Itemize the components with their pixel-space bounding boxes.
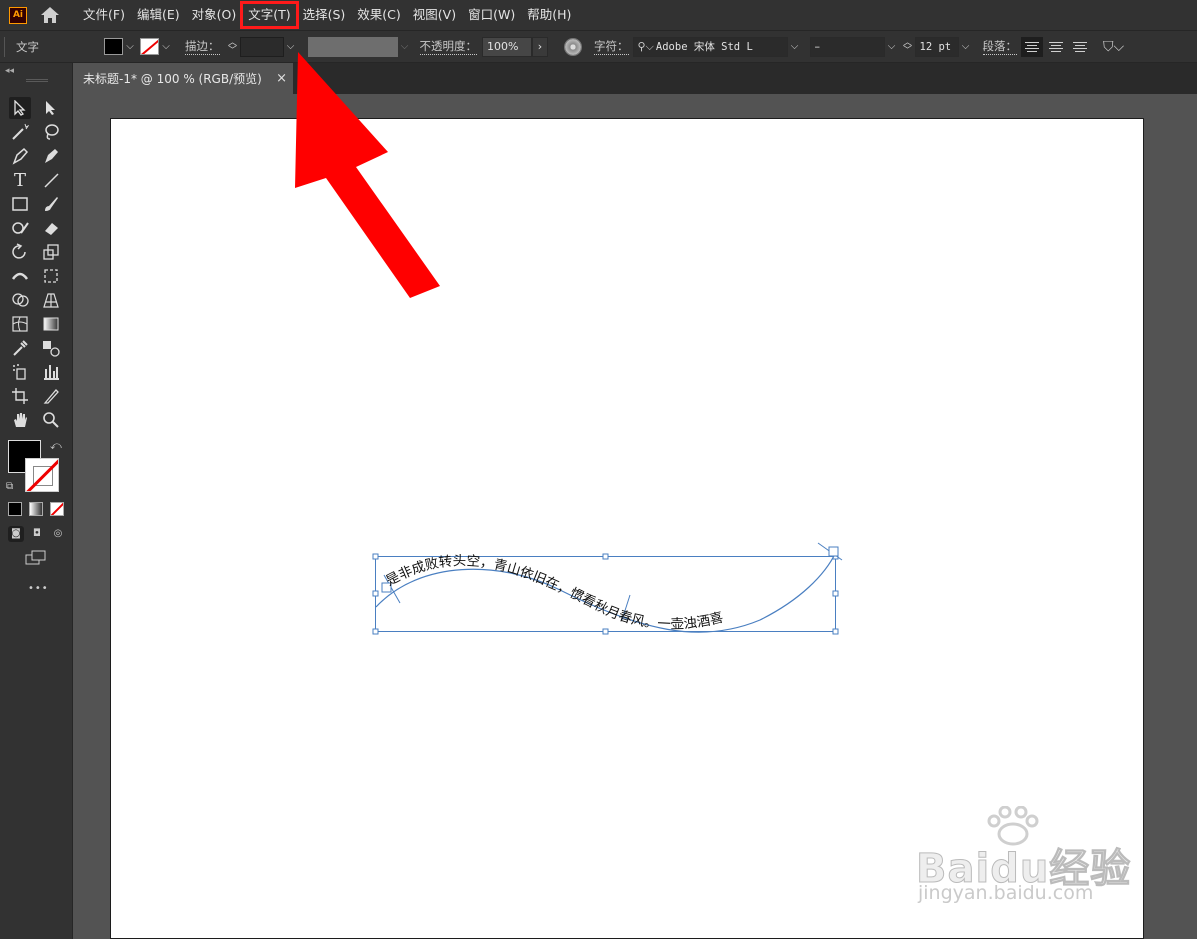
baidu-watermark: Baidu经验 jingyan.baidu.com [915,806,1146,916]
annotation-arrow-icon [295,52,440,298]
watermark-url: jingyan.baidu.com [918,882,1094,904]
path-type-object[interactable]: 是非成败转头空，青山依旧在，惯看秋月春风。一壶浊酒喜 [372,542,843,635]
out-port-handle[interactable] [828,546,839,557]
path-text: 是非成败转头空，青山依旧在，惯看秋月春风。一壶浊酒喜 [383,553,725,633]
canvas-overlay: 是非成败转头空，青山依旧在，惯看秋月春风。一壶浊酒喜 [295,52,843,635]
path-text-content: 是非成败转头空，青山依旧在，惯看秋月春风。一壶浊酒喜 [383,553,725,633]
